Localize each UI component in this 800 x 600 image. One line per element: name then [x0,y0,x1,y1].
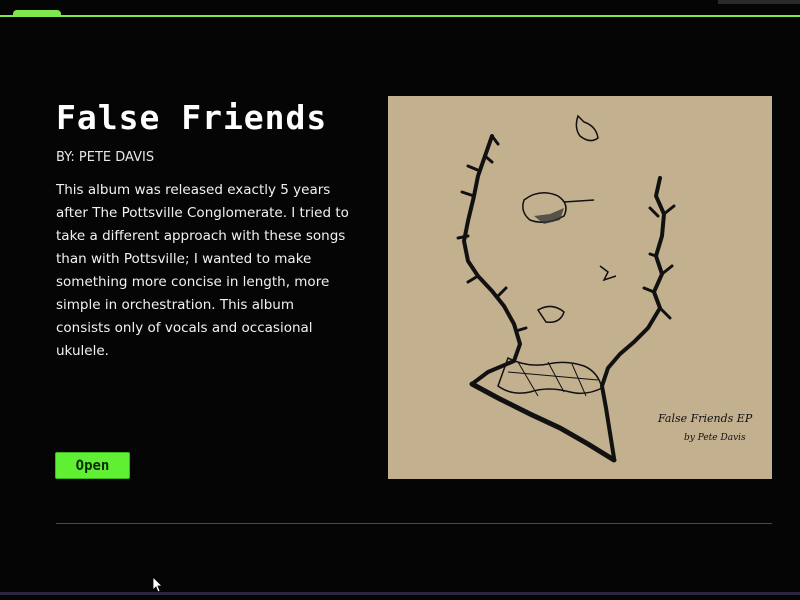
cover-handwriting-line2: by Pete Davis [684,433,746,443]
album-description: This album was released exactly 5 years … [56,182,349,359]
cover-illustration: False Friends EP by Pete Davis [456,114,753,463]
top-right-strip [718,0,800,4]
album-cover: False Friends EP by Pete Davis [388,96,772,479]
section-divider [56,523,772,524]
album-title: False Friends [56,98,328,137]
album-byline: BY: PETE DAVIS [56,150,155,165]
open-button[interactable]: Open [55,452,130,479]
top-accent-line [0,15,800,17]
cover-handwriting-line1: False Friends EP [657,412,753,425]
bottom-strip [0,592,800,595]
mouse-pointer-icon [153,577,163,593]
